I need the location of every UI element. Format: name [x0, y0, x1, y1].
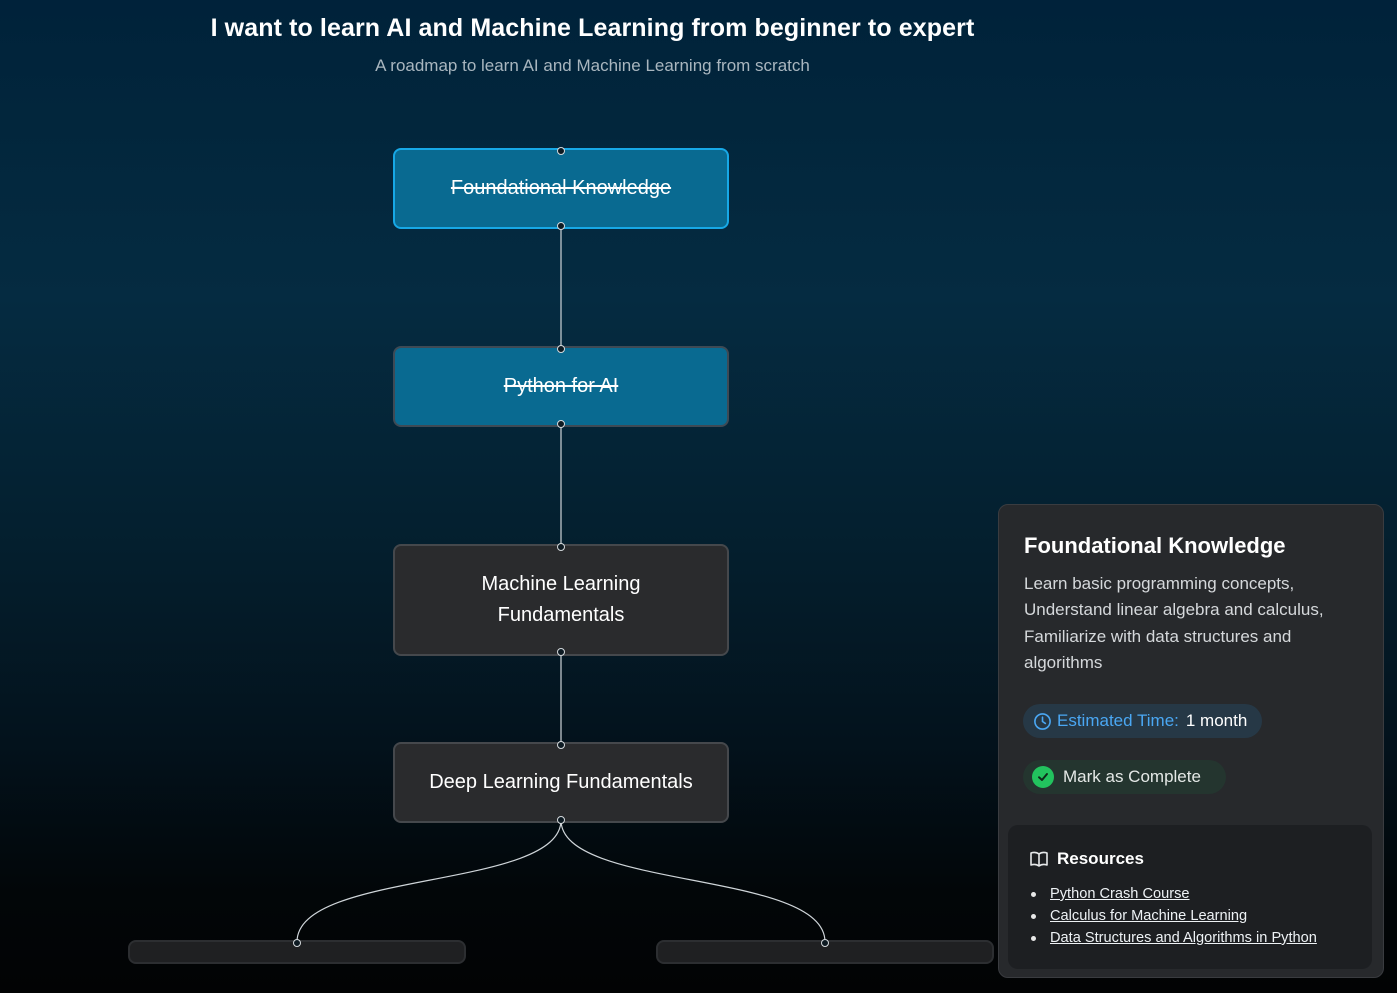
- node-handle[interactable]: [557, 147, 565, 155]
- page-title: I want to learn AI and Machine Learning …: [210, 14, 975, 42]
- connector-4-left: [296, 819, 562, 943]
- bullet: [1031, 891, 1036, 897]
- node-handle[interactable]: [557, 816, 565, 824]
- node-handle[interactable]: [557, 543, 565, 551]
- clock-icon: [1033, 712, 1052, 731]
- connector-4-right: [560, 819, 826, 943]
- estimated-time-label: Estimated Time:: [1057, 711, 1179, 730]
- node-handle[interactable]: [293, 939, 301, 947]
- node-detail-panel: Foundational Knowledge Learn basic progr…: [998, 504, 1384, 978]
- node-handle[interactable]: [557, 420, 565, 428]
- node-handle[interactable]: [557, 741, 565, 749]
- resources-heading: Resources: [1057, 849, 1144, 868]
- node-label: Machine Learning Fundamentals: [481, 573, 641, 626]
- resource-link-python-crash-course[interactable]: Python Crash Course: [1050, 886, 1190, 902]
- mark-complete-label: Mark as Complete: [1063, 767, 1201, 786]
- estimated-time-badge: Estimated Time: 1 month: [1023, 704, 1262, 738]
- node-handle[interactable]: [557, 648, 565, 656]
- roadmap-node-foundational-knowledge[interactable]: Foundational Knowledge: [393, 148, 729, 229]
- roadmap-node-deep-learning-fundamentals[interactable]: Deep Learning Fundamentals: [393, 742, 729, 823]
- resource-link-calculus-for-ml[interactable]: Calculus for Machine Learning: [1050, 908, 1247, 924]
- panel-title: Foundational Knowledge: [1024, 533, 1286, 558]
- resource-item: Calculus for Machine Learning: [1029, 905, 1351, 927]
- panel-description: Learn basic programming concepts, Unders…: [1024, 574, 1324, 672]
- resources-header: Resources: [1029, 849, 1351, 869]
- node-label: Deep Learning Fundamentals: [429, 771, 693, 793]
- node-handle[interactable]: [821, 939, 829, 947]
- resources-list: Python Crash Course Calculus for Machine…: [1029, 883, 1351, 949]
- node-label: Foundational Knowledge: [450, 177, 672, 199]
- mark-complete-button[interactable]: Mark as Complete: [1023, 760, 1226, 794]
- check-circle-icon: [1032, 766, 1054, 788]
- roadmap-node-python-for-ai[interactable]: Python for AI: [393, 346, 729, 427]
- resource-item: Python Crash Course: [1029, 883, 1351, 905]
- resource-link-data-structures-algorithms[interactable]: Data Structures and Algorithms in Python: [1050, 930, 1317, 946]
- bullet: [1031, 913, 1036, 919]
- book-open-icon: [1029, 849, 1049, 869]
- node-label: Python for AI: [503, 375, 619, 397]
- resource-item: Data Structures and Algorithms in Python: [1029, 927, 1351, 949]
- node-handle[interactable]: [557, 222, 565, 230]
- roadmap-node-machine-learning-fundamentals[interactable]: Machine Learning Fundamentals: [393, 544, 729, 656]
- node-handle[interactable]: [557, 345, 565, 353]
- page-subtitle: A roadmap to learn AI and Machine Learni…: [375, 56, 810, 75]
- resources-section: Resources Python Crash Course Calculus f…: [1008, 825, 1372, 969]
- estimated-time-value: 1 month: [1185, 711, 1248, 730]
- bullet: [1031, 935, 1036, 941]
